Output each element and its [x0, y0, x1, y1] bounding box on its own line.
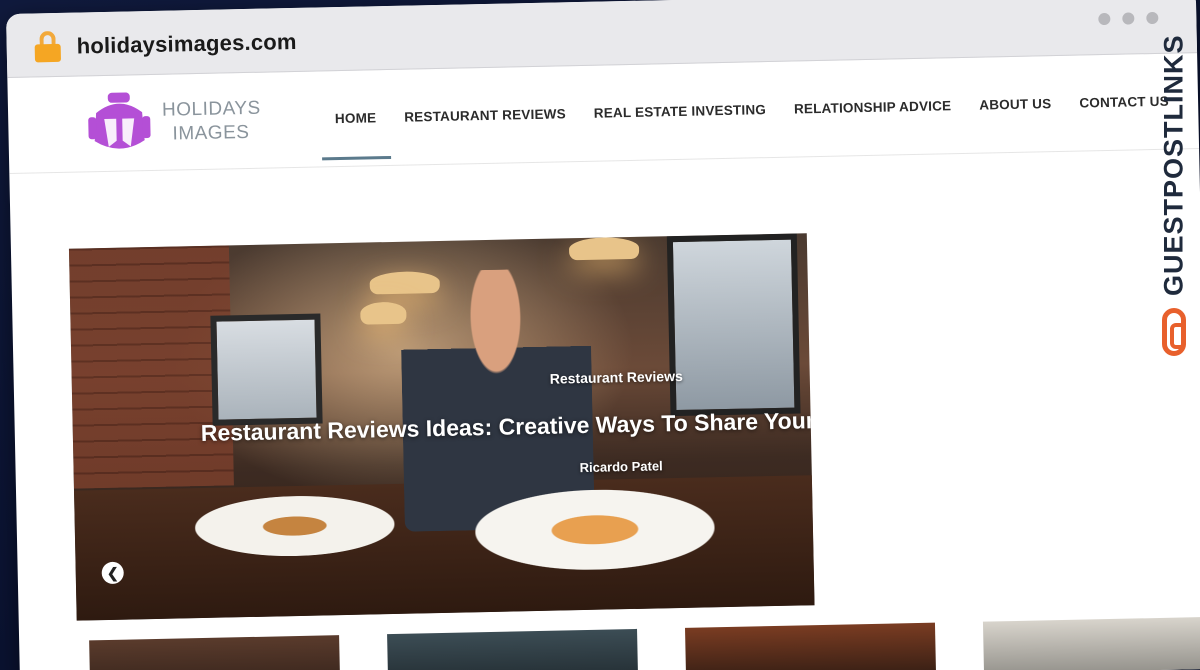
url-text[interactable]: holidaysimages.com	[76, 28, 297, 59]
lock-icon	[34, 30, 62, 63]
nav-item-about-us[interactable]: ABOUT US	[964, 56, 1066, 153]
hero-category-link[interactable]: Restaurant Reviews	[550, 368, 683, 387]
hero-image-brick-wall	[68, 245, 234, 489]
window-dot-icon[interactable]	[1122, 12, 1135, 25]
post-thumbnails	[89, 616, 1200, 670]
link-chain-icon	[1162, 308, 1186, 356]
site-logo[interactable]: HOLIDAYS IMAGES	[86, 87, 262, 157]
window-controls	[1098, 11, 1159, 26]
post-thumbnail[interactable]	[685, 622, 937, 670]
logo-line1: HOLIDAYS	[161, 97, 261, 121]
hero-image-plate	[194, 493, 396, 559]
hero-image-lamp	[360, 301, 407, 325]
post-thumbnail[interactable]	[982, 616, 1200, 670]
logo-text: HOLIDAYS IMAGES	[162, 96, 262, 146]
logo-line2: IMAGES	[172, 121, 250, 145]
hero-image-window	[666, 233, 801, 417]
browser-window: holidaysimages.com HOLIDAYS IMAGES HOME	[6, 0, 1200, 670]
hero-image-plate	[474, 487, 716, 573]
hero-slider[interactable]: Restaurant Reviews Restaurant Reviews Id…	[68, 233, 815, 621]
nav-item-relationship-advice[interactable]: RELATIONSHIP ADVICE	[779, 58, 966, 157]
post-thumbnail[interactable]	[89, 635, 341, 670]
nav-item-home[interactable]: HOME	[320, 70, 391, 166]
hero-image-lamp	[568, 236, 640, 261]
nav-item-restaurant-reviews[interactable]: RESTAURANT REVIEWS	[389, 66, 581, 165]
window-dot-icon[interactable]	[1098, 12, 1111, 26]
window-dot-icon[interactable]	[1146, 11, 1159, 25]
post-thumbnail[interactable]	[387, 628, 639, 670]
helmet-logo-icon	[88, 92, 151, 149]
watermark-text: GUESTPOSTLINKS	[1158, 34, 1189, 296]
guestpostlinks-watermark: GUESTPOSTLINKS	[1156, 34, 1192, 356]
main-nav: HOME RESTAURANT REVIEWS REAL ESTATE INVE…	[320, 53, 1184, 166]
hero-image-window	[210, 313, 323, 426]
hero-author-link[interactable]: Ricardo Patel	[579, 458, 662, 475]
nav-item-real-estate-investing[interactable]: REAL ESTATE INVESTING	[579, 62, 781, 161]
